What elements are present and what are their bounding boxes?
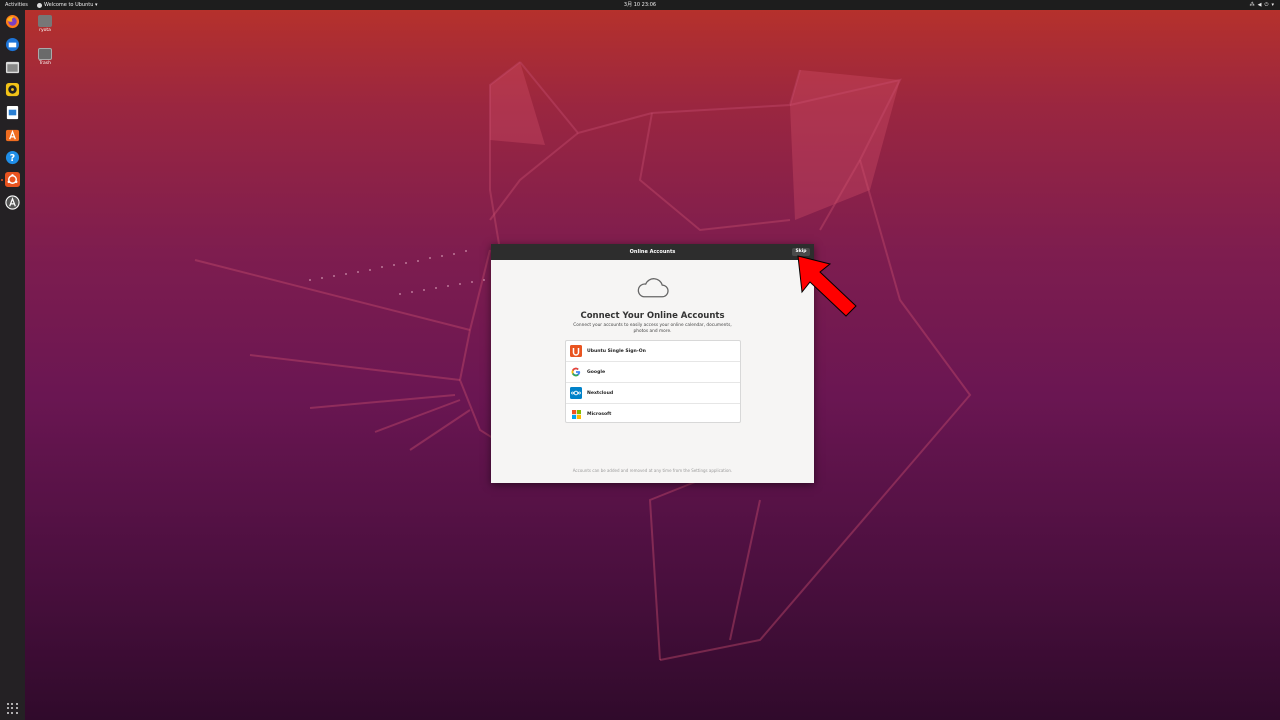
home-folder-label: ryota bbox=[39, 28, 51, 33]
accounts-list: Ubuntu Single Sign-On Google Nextcloud M… bbox=[565, 340, 741, 423]
nextcloud-icon bbox=[570, 387, 582, 399]
online-accounts-dialog: Online Accounts Skip Connect Your Online… bbox=[491, 244, 814, 483]
dialog-title: Online Accounts bbox=[629, 249, 676, 255]
microsoft-icon bbox=[570, 408, 582, 420]
account-row-google[interactable]: Google bbox=[566, 362, 740, 383]
account-row-nextcloud[interactable]: Nextcloud bbox=[566, 383, 740, 404]
account-label: Ubuntu Single Sign-On bbox=[587, 348, 646, 354]
account-label: Microsoft bbox=[587, 411, 612, 417]
running-indicator bbox=[1, 179, 3, 181]
libreoffice-writer-icon[interactable] bbox=[5, 105, 20, 120]
firefox-icon[interactable] bbox=[5, 14, 20, 29]
software-icon[interactable] bbox=[5, 127, 20, 142]
volume-icon: ◀ bbox=[1257, 2, 1262, 8]
tray-menu-chevron-icon: ▾ bbox=[1271, 2, 1274, 8]
annotation-arrow-icon bbox=[797, 255, 857, 317]
rhythmbox-icon[interactable] bbox=[5, 82, 20, 97]
google-icon bbox=[570, 366, 582, 378]
dialog-heading: Connect Your Online Accounts bbox=[580, 311, 725, 321]
dock: ? bbox=[0, 10, 25, 720]
ubuntu-sso-icon bbox=[570, 345, 582, 357]
software-updater-icon[interactable] bbox=[5, 195, 20, 210]
dialog-header: Online Accounts Skip bbox=[491, 244, 814, 260]
account-label: Google bbox=[587, 369, 606, 375]
system-tray[interactable]: ⁂ ◀ ⏻ ▾ bbox=[1250, 0, 1274, 10]
home-folder-icon bbox=[38, 15, 52, 27]
home-folder-shortcut[interactable]: ryota bbox=[30, 15, 60, 33]
svg-text:?: ? bbox=[10, 153, 15, 164]
thunderbird-icon[interactable] bbox=[5, 37, 20, 52]
dialog-subtitle: Connect your accounts to easily access y… bbox=[573, 323, 732, 334]
power-icon: ⏻ bbox=[1264, 2, 1269, 8]
top-bar: Activities Welcome to Ubuntu ▾ 3月 10 23:… bbox=[0, 0, 1280, 10]
cloud-icon bbox=[637, 278, 669, 298]
help-icon[interactable]: ? bbox=[5, 150, 20, 165]
ubuntu-settings-icon[interactable] bbox=[5, 172, 20, 187]
files-icon[interactable] bbox=[5, 60, 20, 75]
clock[interactable]: 3月 10 23:06 bbox=[0, 0, 1280, 10]
network-icon: ⁂ bbox=[1249, 2, 1255, 8]
dialog-footer-note: Accounts can be added and removed at any… bbox=[572, 468, 733, 473]
trash-shortcut[interactable]: Trash bbox=[30, 48, 60, 66]
account-label: Nextcloud bbox=[587, 390, 614, 396]
account-row-microsoft[interactable]: Microsoft bbox=[566, 404, 740, 424]
trash-label: Trash bbox=[39, 61, 51, 66]
trash-icon bbox=[38, 48, 52, 60]
show-applications-icon[interactable] bbox=[7, 703, 18, 714]
account-row-ubuntu-sso[interactable]: Ubuntu Single Sign-On bbox=[566, 341, 740, 362]
